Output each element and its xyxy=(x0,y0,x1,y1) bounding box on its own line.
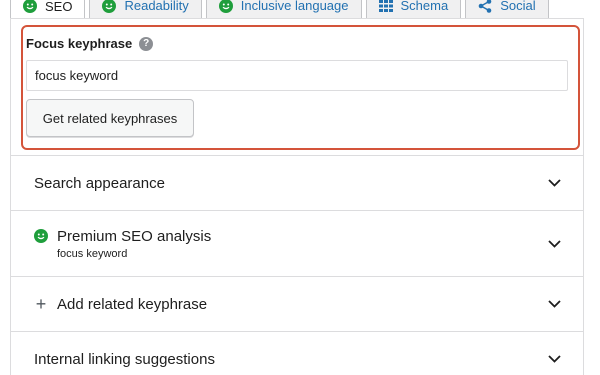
chevron-down-icon[interactable] xyxy=(547,352,561,366)
section-internal-linking-suggestions[interactable]: Internal linking suggestions xyxy=(10,331,584,375)
tab-readability[interactable]: Readability xyxy=(89,0,202,18)
smile-icon xyxy=(34,229,48,243)
share-icon xyxy=(478,0,492,13)
focus-keyphrase-input[interactable] xyxy=(26,60,568,91)
section-subtitle: focus keyword xyxy=(57,247,128,260)
section-search-appearance[interactable]: Search appearance xyxy=(10,155,584,210)
section-premium-seo-analysis[interactable]: Premium SEO analysis focus keyword xyxy=(10,210,584,276)
tab-schema[interactable]: Schema xyxy=(365,0,462,18)
section-title: Search appearance xyxy=(34,174,165,192)
grid-icon xyxy=(378,0,393,13)
tab-label: SEO xyxy=(45,0,73,14)
smile-icon xyxy=(23,0,37,13)
tab-label: Readability xyxy=(124,0,189,13)
smile-icon xyxy=(218,0,233,13)
tab-label: Social xyxy=(500,0,536,13)
get-related-keyphrases-button[interactable]: Get related keyphrases xyxy=(26,99,194,137)
focus-keyphrase-label: Focus keyphrase ? xyxy=(26,36,154,51)
seo-metabox: SEO Readability Inclusive language Schem… xyxy=(0,0,600,375)
tab-social[interactable]: Social xyxy=(465,0,549,18)
chevron-down-icon[interactable] xyxy=(547,237,561,251)
tab-strip: SEO Readability Inclusive language Schem… xyxy=(10,0,553,19)
help-icon[interactable]: ? xyxy=(139,36,154,51)
focus-keyphrase-label-text: Focus keyphrase xyxy=(26,36,133,51)
chevron-down-icon[interactable] xyxy=(547,297,561,311)
plus-icon: + xyxy=(35,294,47,314)
tab-seo[interactable]: SEO xyxy=(10,0,86,19)
tab-inclusive-language[interactable]: Inclusive language xyxy=(205,0,362,18)
section-add-related-keyphrase[interactable]: + Add related keyphrase xyxy=(10,276,584,331)
tab-label: Inclusive language xyxy=(240,0,349,13)
smile-icon xyxy=(102,0,117,13)
chevron-down-icon[interactable] xyxy=(547,176,561,190)
section-title: Internal linking suggestions xyxy=(34,350,215,368)
section-title: Premium SEO analysis xyxy=(57,227,212,245)
section-title: Add related keyphrase xyxy=(57,295,208,313)
tab-label: Schema xyxy=(400,0,449,13)
